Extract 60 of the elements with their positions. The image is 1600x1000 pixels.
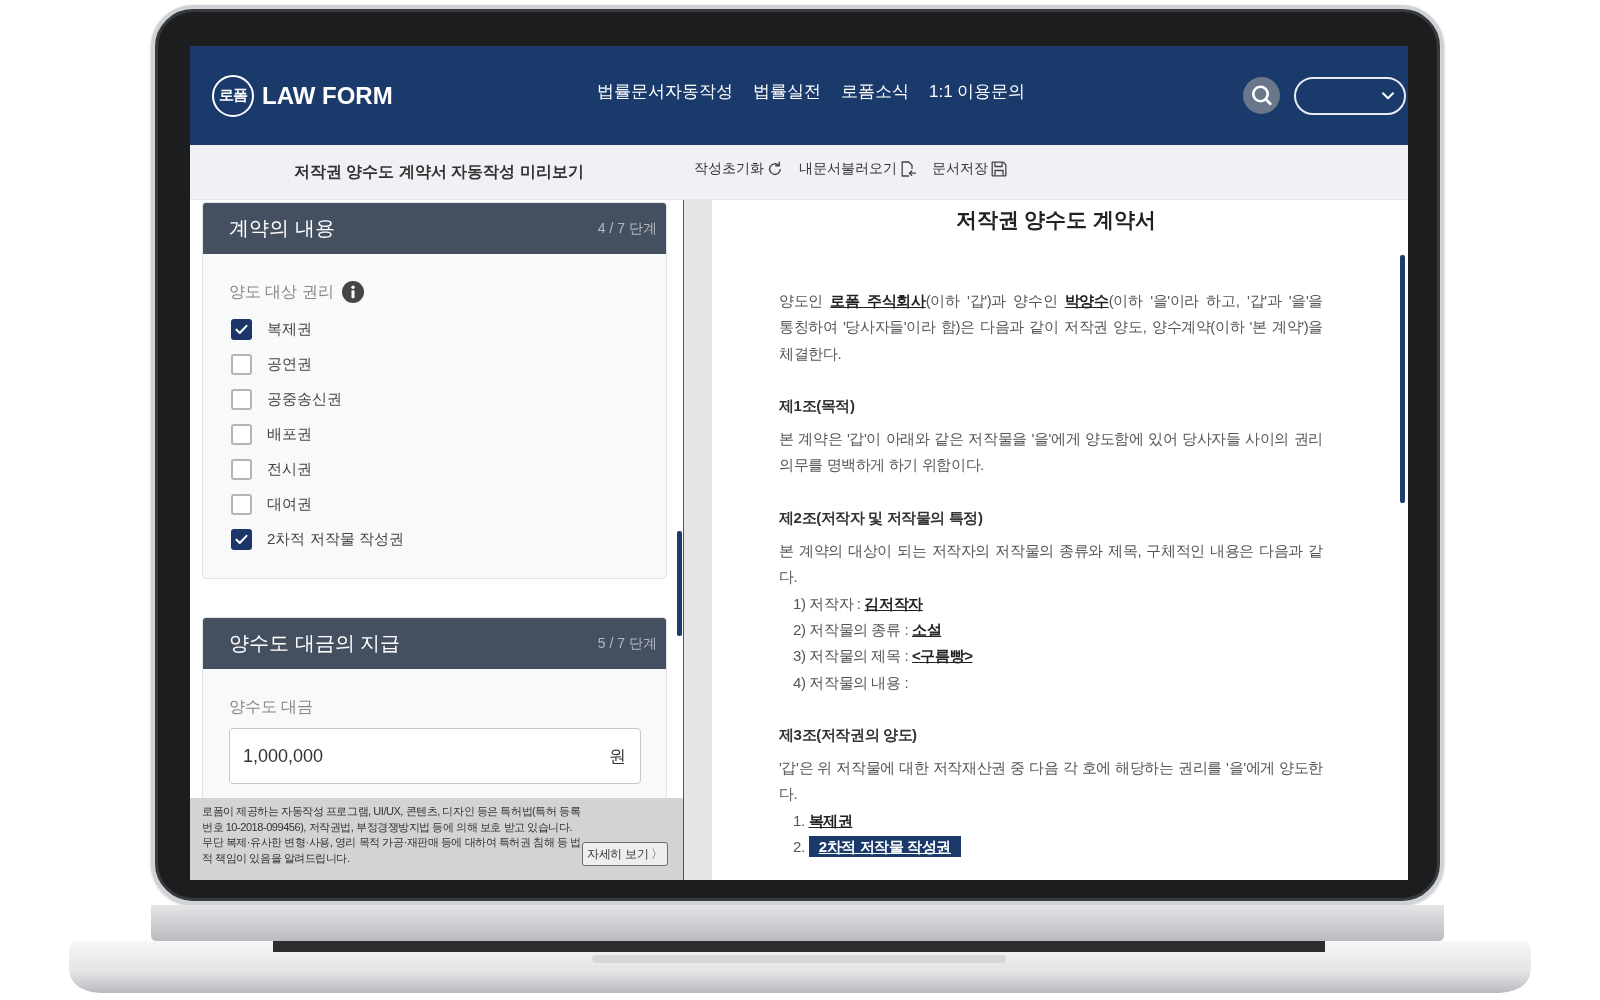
card-title: 양수도 대금의 지급 [229, 631, 401, 656]
document-paragraph: 본 계약의 대상이 되는 저작자의 저작물의 종류와 제목, 구체적인 내용은 다음과 같다. [779, 541, 1323, 588]
document-title: 저작권 양수도 계약서 [955, 208, 1157, 231]
save-document-button[interactable]: 문서저장 [932, 160, 1007, 178]
checkbox-label[interactable]: 배포권 [267, 425, 312, 444]
document-paragraph: '갑'은 위 저작물에 대한 저작재산권 중 다음 각 호에 해당하는 권리를 '을'에게 양도한다. [779, 758, 1323, 805]
checkbox-label[interactable]: 2차적 저작물 작성권 [267, 530, 404, 549]
document-paragraph: 본 계약은 '갑'이 아래와 같은 저작물을 '을'에게 양도함에 있어 당사자들 사이의 권리 의무를 명백하게 하기 위함이다. [779, 429, 1323, 476]
copyright-notice: 로폼이 제공하는 자동작성 프로그램, UI/UX, 콘텐츠, 디자인 등은 특허법(특허 등록번호 10-2018-099456), 저작권법, 부정경쟁방지법 등에 의해 보호 받고 있습니다. 무단 복제·유사한 변형·사용, 영리 목적 가공·재판매 등에 대하여 특허권 침해 등 법적 책임이 있음을 알려드립니다. [202, 804, 582, 866]
refresh-icon [767, 161, 783, 177]
article-heading: 제1조(목적) [779, 395, 856, 416]
card-title: 계약의 내용 [229, 216, 335, 241]
list-item: 3) 저작물의 제목 : <구름빵> [792, 646, 974, 667]
article-heading: 제3조(저작권의 양도) [779, 724, 918, 745]
checkbox[interactable] [231, 494, 252, 515]
chevron-down-icon [1382, 91, 1394, 100]
checkmark-icon [235, 324, 248, 335]
list-number: 2. [793, 838, 805, 856]
nav-link[interactable]: 법률문서자동작성 [597, 80, 733, 103]
document-arrow-icon [900, 161, 916, 177]
list-item: 1) 저작자 : 김저작자 [792, 593, 924, 614]
checkbox[interactable] [231, 389, 252, 410]
list-item: 4) 저작물의 내용 : [792, 672, 910, 693]
article-heading: 제2조(저작자 및 저작물의 특정) [779, 507, 984, 528]
checkbox-label[interactable]: 복제권 [267, 320, 312, 339]
checkbox[interactable] [231, 459, 252, 480]
page-title: 저작권 양수도 계약서 자동작성 미리보기 [294, 161, 584, 182]
field-label: 양수도 대금 [229, 697, 314, 717]
checkbox-label[interactable]: 대여권 [267, 495, 312, 514]
checkmark-icon [235, 534, 248, 545]
step-indicator: 4 / 7 단계 [597, 219, 657, 238]
field-label: 양도 대상 권리 [229, 282, 334, 302]
info-icon[interactable] [341, 281, 364, 303]
nav-link[interactable]: 로폼소식 [841, 80, 909, 103]
checkbox-label[interactable]: 전시권 [267, 460, 312, 479]
scrollbar-thumb[interactable] [677, 531, 682, 636]
checkbox[interactable] [231, 529, 252, 550]
checkbox[interactable] [231, 319, 252, 340]
load-document-button[interactable]: 내문서불러오기 [799, 160, 916, 178]
floppy-disk-icon [991, 161, 1007, 177]
reset-button[interactable]: 작성초기화 [694, 160, 783, 178]
select-field[interactable] [1294, 76, 1406, 115]
list-item: 1. 복제권 [792, 810, 854, 831]
nav-link[interactable]: 1:1 이용문의 [929, 80, 1026, 103]
more-details-button[interactable]: 자세히 보기 〉 [582, 842, 668, 866]
list-item: 2) 저작물의 종류 : 소설 [792, 619, 943, 640]
step-indicator: 5 / 7 단계 [597, 634, 657, 653]
currency-unit: 원 [609, 745, 626, 768]
checkbox-label[interactable]: 공연권 [267, 355, 312, 374]
checkbox[interactable] [231, 424, 252, 445]
nav-link[interactable]: 법률실전 [753, 80, 821, 103]
logo-text: LAW FORM [262, 81, 393, 110]
search-icon[interactable] [1243, 77, 1280, 114]
checkbox-label[interactable]: 공중송신권 [267, 390, 342, 409]
scrollbar-thumb[interactable] [1400, 255, 1405, 503]
document-paragraph: 양도인 로폼 주식회사(이하 '갑')과 양수인 박양수(이하 '을'이라 하고, '갑'과 '을'을 통칭하여 '당사자들'이라 함)은 다음과 같이 저작권 양도, 양수계약(이하 '본 계약')을 체결한다. [779, 291, 1323, 364]
logo-emblem: 로폼 [212, 74, 254, 117]
amount-input[interactable]: 1,000,000 원 [229, 728, 641, 784]
highlighted-text: 2차적 저작물 작성권 [808, 836, 961, 858]
checkbox[interactable] [231, 354, 252, 375]
